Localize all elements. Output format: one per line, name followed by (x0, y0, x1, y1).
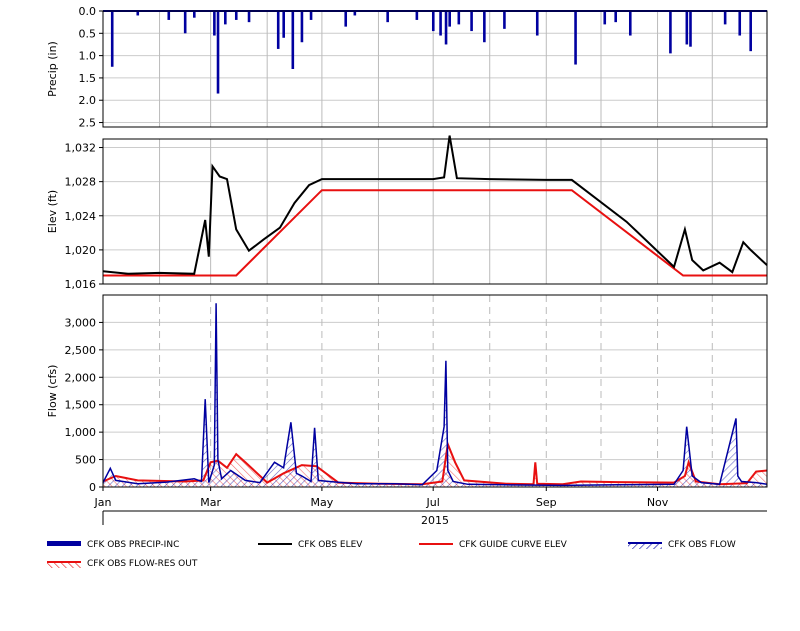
precip-bar (669, 11, 672, 54)
precip-bar (503, 11, 506, 29)
precip-bar (136, 11, 140, 16)
elevation-y-axis-title: Elev (ft) (46, 190, 59, 233)
precip-bar (282, 11, 285, 38)
precip-bar (234, 11, 238, 20)
precip-bar (353, 11, 357, 16)
x-tick-label: Nov (647, 496, 669, 509)
elevation-ytick-label: 1,016 (65, 278, 97, 291)
precip-bar (535, 11, 539, 36)
precip-bar (723, 11, 727, 25)
precip-bar (167, 11, 171, 20)
precip-panel-frame (102, 10, 768, 128)
flow-y-axis-title: Flow (cfs) (46, 365, 59, 418)
precip-ytick-label: 1.0 (79, 50, 97, 63)
x-tick-label: Mar (200, 496, 221, 509)
x-tick-label: May (311, 496, 334, 509)
elevation-ytick-label: 1,028 (65, 176, 97, 189)
legend-label: CFK GUIDE CURVE ELEV (459, 540, 568, 550)
precip-bar (309, 11, 313, 20)
gridlines (103, 10, 767, 488)
flow-ytick-label: 0 (89, 481, 96, 494)
legend-label: CFK OBS ELEV (298, 540, 363, 550)
precip-bar (444, 11, 448, 45)
flow-ytick-label: 500 (75, 454, 96, 467)
precip-ytick-label: 1.5 (79, 72, 97, 85)
precip-bar (483, 11, 486, 43)
precip-bar (448, 11, 451, 27)
elevation-ytick-label: 1,024 (65, 210, 97, 223)
precip-bar (685, 11, 689, 45)
elevation-ytick-label: 1,032 (65, 142, 97, 155)
precip-bar (291, 11, 295, 69)
chart-figure: 0.0 0.5 1.0 1.5 2.0 2.5 Precip (in) 1,016 1,020 1… (46, 5, 768, 569)
precip-bar (276, 11, 280, 49)
precip-bar (216, 11, 220, 94)
precip-bar (110, 11, 114, 67)
elevation-ytick-label: 1,020 (65, 244, 97, 257)
precip-bar (431, 11, 435, 32)
flow-ytick-label: 2,000 (65, 371, 97, 384)
precip-bar (457, 11, 461, 25)
year-label: 2015 (421, 514, 449, 527)
precip-bar (247, 11, 251, 23)
obs-elev-line (102, 135, 768, 275)
precip-bar (300, 11, 304, 43)
data-layer (102, 10, 768, 487)
precip-bar (614, 11, 617, 23)
precip-bar (603, 11, 607, 25)
chart-root: 0.0 0.5 1.0 1.5 2.0 2.5 Precip (in) 1,016 1,020 1… (0, 0, 800, 627)
precip-bar (738, 11, 742, 36)
precip-bar (439, 11, 442, 36)
precip-bar (628, 11, 632, 36)
legend-label: CFK OBS FLOW (668, 540, 736, 550)
legend-swatch-precip (47, 541, 81, 546)
legend-label: CFK OBS PRECIP-INC (87, 540, 179, 550)
precip-bar (224, 11, 227, 25)
x-tick-label: Sep (536, 496, 557, 509)
axis-labels: 0.0 0.5 1.0 1.5 2.0 2.5 Precip (in) 1,016 1,020 1… (46, 5, 669, 527)
flow-ytick-label: 1,500 (65, 399, 97, 412)
legend: CFK OBS PRECIP-INC CFK OBS ELEV CFK GUIDE … (47, 540, 736, 569)
precip-y-axis-title: Precip (in) (46, 41, 59, 97)
precip-bar (183, 11, 187, 34)
precip-ytick-label: 0.5 (79, 27, 97, 40)
precip-bar (415, 11, 419, 20)
x-tick-label: Jan (94, 496, 112, 509)
precip-bar (386, 11, 389, 23)
precip-ytick-label: 0.0 (79, 5, 97, 18)
precip-bar (749, 11, 752, 52)
precip-bar (213, 11, 216, 36)
legend-label: CFK OBS FLOW-RES OUT (87, 559, 198, 569)
x-tick-label: Jul (426, 496, 440, 509)
precip-ytick-label: 2.0 (79, 94, 97, 107)
flow-ytick-label: 3,000 (65, 316, 97, 329)
precip-bar (689, 11, 692, 47)
precip-ytick-label: 2.5 (79, 117, 97, 130)
flow-ytick-label: 1,000 (65, 426, 97, 439)
obs-flow-line (102, 303, 768, 487)
precip-bar (193, 11, 196, 18)
precip-bar (574, 11, 577, 65)
flow-ytick-label: 2,500 (65, 344, 97, 357)
precip-bar (344, 11, 348, 27)
precip-bar (470, 11, 473, 32)
